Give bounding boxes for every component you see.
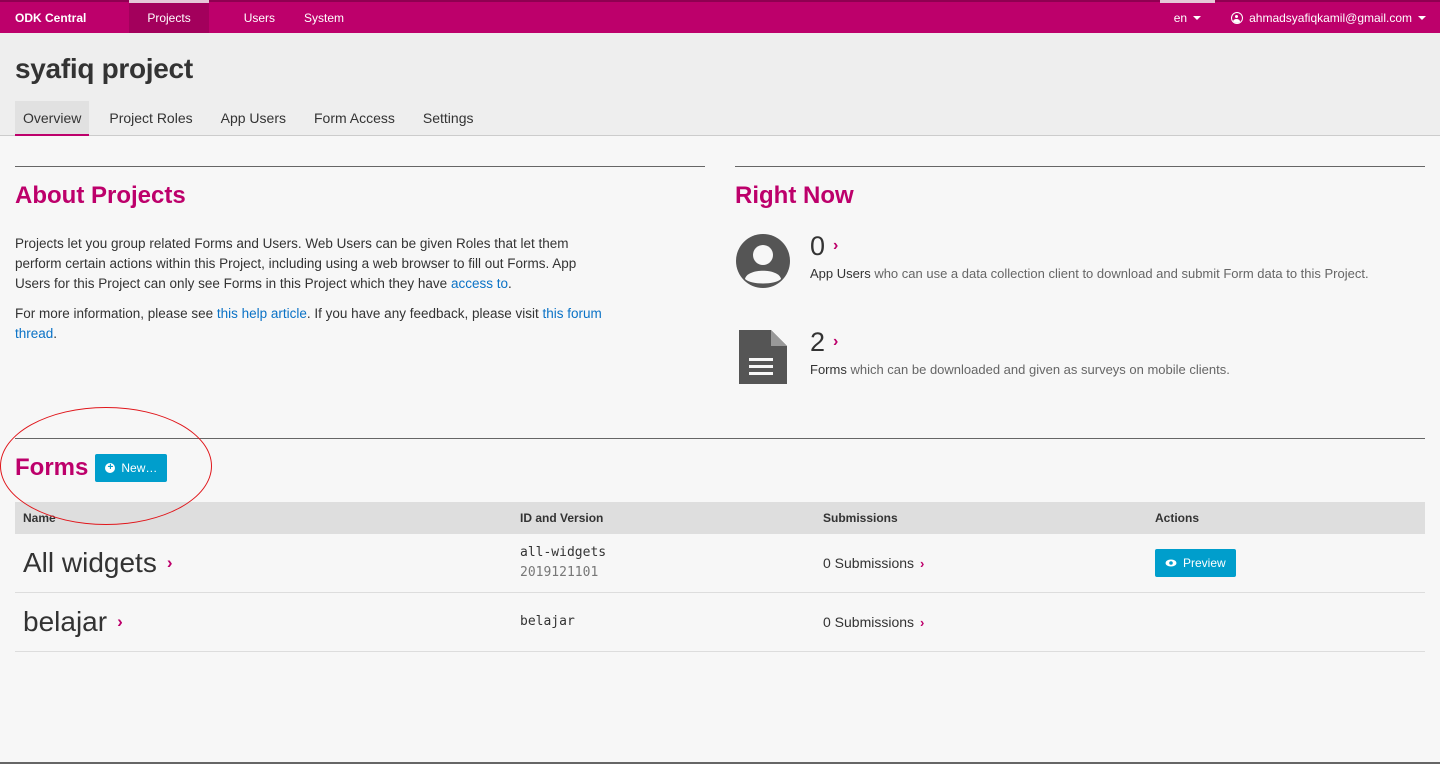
brand-logo[interactable]: ODK Central bbox=[0, 11, 101, 25]
forms-count: 2 bbox=[810, 327, 826, 357]
about-text-end: . bbox=[507, 276, 512, 291]
form-id: belajar bbox=[520, 614, 575, 629]
about-paragraph-1: Projects let you group related Forms and… bbox=[15, 234, 615, 294]
app-users-description: App Users who can use a data collection … bbox=[810, 264, 1390, 284]
help-article-link[interactable]: this help article bbox=[217, 306, 307, 321]
forms-table: Name ID and Version Submissions Actions … bbox=[15, 502, 1425, 652]
tab-overview[interactable]: Overview bbox=[15, 101, 90, 136]
plus-circle-icon: + bbox=[105, 463, 116, 473]
account-email: ahmadsyafiqkamil@gmail.com bbox=[1249, 10, 1412, 25]
preview-button[interactable]: Preview bbox=[1155, 549, 1236, 577]
chevron-down-icon bbox=[1418, 15, 1426, 20]
tab-app-users[interactable]: App Users bbox=[213, 101, 294, 136]
chevron-right-icon: › bbox=[920, 614, 925, 630]
tab-project-roles[interactable]: Project Roles bbox=[101, 101, 200, 136]
form-name: belajar bbox=[23, 606, 108, 637]
about-text-end: . bbox=[53, 326, 58, 341]
form-version: 2019121101 bbox=[520, 565, 599, 580]
about-text: . If you have any feedback, please visit bbox=[306, 306, 543, 321]
form-id: all-widgets bbox=[520, 545, 607, 560]
forms-label: Forms bbox=[810, 362, 847, 377]
table-header: Name ID and Version Submissions Actions bbox=[15, 502, 1425, 534]
form-name-link[interactable]: All widgets › bbox=[23, 547, 520, 579]
column-header-name: Name bbox=[23, 511, 56, 525]
nav-projects[interactable]: Projects bbox=[129, 0, 210, 33]
table-row: belajar › belajar 0 Submissions › bbox=[15, 593, 1425, 652]
about-projects-section: About Projects Projects let you group re… bbox=[15, 166, 705, 354]
submissions-link[interactable]: 0 Submissions › bbox=[823, 614, 1155, 630]
eye-icon bbox=[1165, 559, 1177, 567]
app-users-label: App Users bbox=[810, 266, 871, 281]
project-tabs: Overview Project Roles App Users Form Ac… bbox=[15, 101, 493, 136]
submissions-link[interactable]: 0 Submissions › bbox=[823, 555, 1155, 571]
app-users-count-link[interactable]: 0 › bbox=[810, 232, 1390, 260]
column-header-submissions: Submissions bbox=[823, 511, 898, 525]
about-paragraph-2: For more information, please see this he… bbox=[15, 304, 615, 344]
nav-users[interactable]: Users bbox=[244, 2, 275, 33]
about-body: Projects let you group related Forms and… bbox=[15, 234, 615, 344]
user-circle-icon bbox=[736, 234, 790, 288]
table-row: All widgets › all-widgets 2019121101 0 S… bbox=[15, 534, 1425, 593]
forms-header: Forms + New… bbox=[15, 454, 1425, 482]
form-name-link[interactable]: belajar › bbox=[23, 606, 520, 638]
nav-system[interactable]: System bbox=[304, 2, 344, 33]
form-name: All widgets bbox=[23, 547, 157, 578]
forms-desc-text: which can be downloaded and given as sur… bbox=[846, 362, 1230, 377]
column-header-id-version: ID and Version bbox=[520, 511, 604, 525]
access-to-link[interactable]: access to bbox=[451, 276, 508, 291]
app-users-desc-text: who can use a data collection client to … bbox=[870, 266, 1369, 281]
new-form-button[interactable]: + New… bbox=[95, 454, 168, 482]
about-text: For more information, please see bbox=[15, 306, 217, 321]
chevron-right-icon: › bbox=[166, 553, 173, 572]
submissions-count: 0 Submissions bbox=[823, 614, 915, 630]
tab-form-access[interactable]: Form Access bbox=[306, 101, 403, 136]
page-header: syafiq project Overview Project Roles Ap… bbox=[0, 33, 1440, 136]
about-title: About Projects bbox=[15, 182, 186, 209]
preview-label: Preview bbox=[1183, 556, 1226, 570]
chevron-down-icon bbox=[1193, 15, 1202, 20]
forms-title: Forms bbox=[15, 454, 89, 481]
section-divider bbox=[15, 438, 1425, 439]
language-label: en bbox=[1173, 10, 1188, 25]
app-users-count: 0 bbox=[810, 231, 826, 261]
forms-section: Forms + New… Name ID and Version Submiss… bbox=[15, 438, 1425, 652]
section-divider bbox=[735, 166, 1425, 167]
document-icon bbox=[739, 330, 787, 384]
form-id-version: all-widgets 2019121101 bbox=[520, 543, 823, 583]
language-dropdown[interactable]: en bbox=[1159, 0, 1216, 33]
form-id-version: belajar bbox=[520, 612, 823, 632]
forms-description: Forms which can be downloaded and given … bbox=[810, 360, 1390, 380]
chevron-right-icon: › bbox=[117, 612, 123, 631]
section-divider bbox=[15, 166, 705, 167]
tab-settings[interactable]: Settings bbox=[415, 101, 482, 136]
user-icon bbox=[1231, 11, 1244, 24]
right-now-section: Right Now 0 › App Users who can use a da… bbox=[735, 166, 1425, 386]
submissions-count: 0 Submissions bbox=[823, 555, 915, 571]
new-form-label: New… bbox=[121, 461, 158, 475]
chevron-right-icon: › bbox=[920, 555, 925, 571]
chevron-right-icon: › bbox=[833, 333, 839, 350]
app-users-summary: 0 › App Users who can use a data collect… bbox=[735, 232, 1425, 290]
chevron-right-icon: › bbox=[833, 237, 839, 254]
forms-summary: 2 › Forms which can be downloaded and gi… bbox=[735, 328, 1425, 386]
account-dropdown[interactable]: ahmadsyafiqkamil@gmail.com bbox=[1215, 11, 1440, 25]
right-now-title: Right Now bbox=[735, 182, 854, 209]
page-title: syafiq project bbox=[15, 53, 193, 84]
column-header-actions: Actions bbox=[1155, 511, 1200, 525]
forms-count-link[interactable]: 2 › bbox=[810, 328, 1390, 356]
top-navbar: ODK Central Projects Users System en ahm… bbox=[0, 0, 1440, 33]
